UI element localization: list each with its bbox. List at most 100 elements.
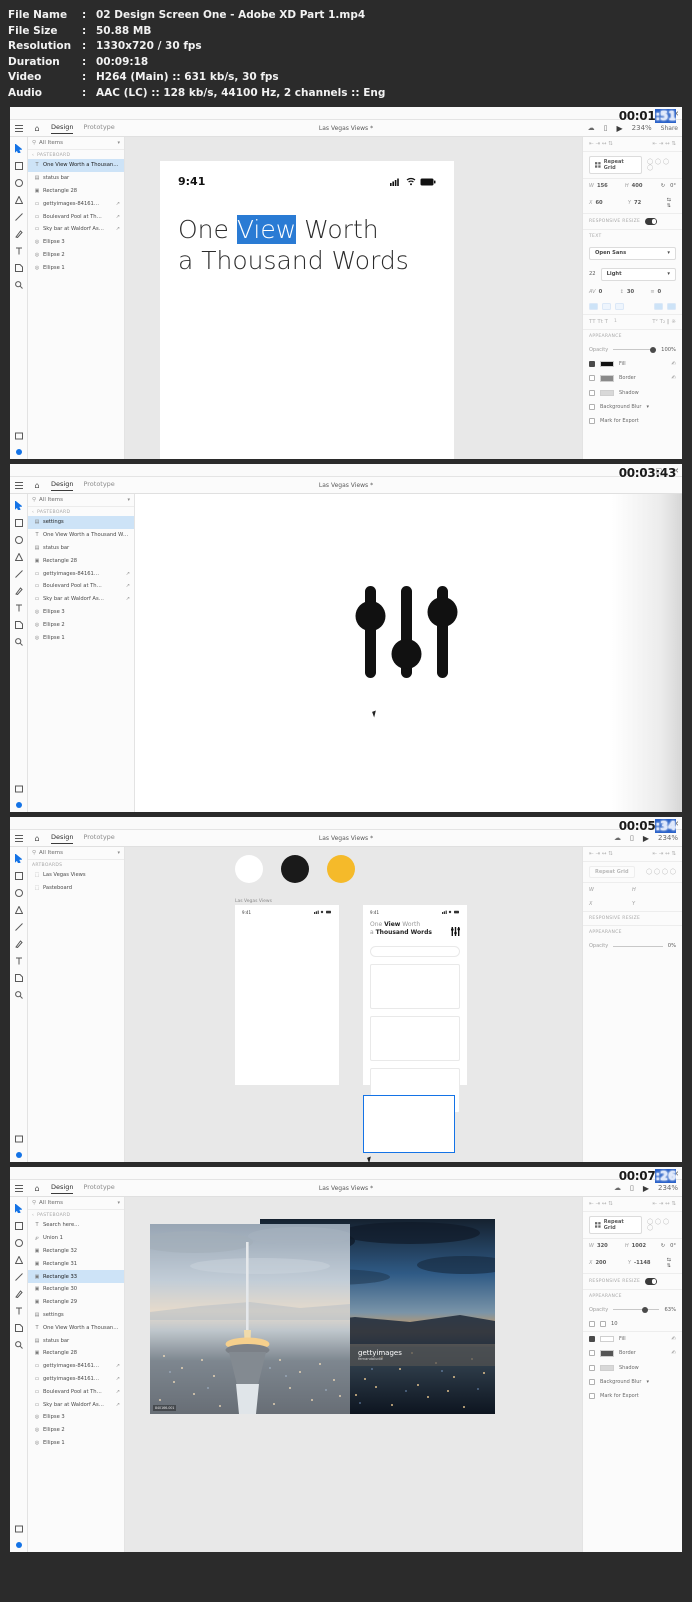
ellipse-tool-icon[interactable] bbox=[12, 885, 25, 900]
text-script-icons[interactable]: T² T₂ ‖ ※ bbox=[652, 319, 676, 325]
layer-item[interactable]: ▣ Rectangle 32 bbox=[28, 1245, 124, 1258]
cloud-icon[interactable]: ☁ bbox=[614, 1184, 621, 1192]
chevron-down-icon[interactable]: ▾ bbox=[117, 1200, 120, 1206]
home-icon[interactable]: ⌂ bbox=[28, 481, 46, 490]
cloud-icon[interactable]: ☁ bbox=[588, 124, 595, 132]
pen-tool-icon[interactable] bbox=[12, 936, 25, 951]
play-icon[interactable]: ▶ bbox=[643, 834, 649, 843]
linked-asset-icon[interactable]: ↗ bbox=[116, 1376, 120, 1382]
distribute-icons[interactable]: ⇤ ⇥ ↔ ⇅ bbox=[652, 1201, 676, 1207]
opacity-value[interactable]: 63% bbox=[664, 1307, 676, 1313]
background-blur-checkbox[interactable] bbox=[589, 1379, 595, 1385]
pen-tool-icon[interactable] bbox=[12, 1286, 25, 1301]
share-button[interactable]: Share bbox=[661, 125, 678, 132]
responsive-resize-toggle[interactable] bbox=[645, 1278, 658, 1285]
point-text-icon[interactable] bbox=[654, 302, 663, 310]
line-height-field[interactable]: ↕ 30 bbox=[620, 289, 646, 295]
fill-swatch[interactable] bbox=[600, 1335, 614, 1342]
distribute-icons[interactable]: ⇤ ⇥ ↔ ⇅ bbox=[652, 141, 676, 147]
y-field[interactable]: Y -1148 bbox=[628, 1260, 662, 1266]
layer-item[interactable]: ▤ settings bbox=[28, 1309, 124, 1322]
letter-spacing-field[interactable]: AV 0 bbox=[589, 289, 615, 295]
rectangle-tool-icon[interactable] bbox=[12, 868, 25, 883]
line-height-value[interactable]: 30 bbox=[627, 289, 634, 295]
menu-icon[interactable] bbox=[10, 834, 28, 842]
width-field[interactable]: W 156 bbox=[589, 183, 620, 189]
play-icon[interactable]: ▶ bbox=[643, 1184, 649, 1193]
boolean-ops-icons[interactable]: ◯ ◯ ◯ ◯ bbox=[646, 869, 676, 875]
linked-asset-icon[interactable]: ↗ bbox=[126, 596, 130, 602]
layer-item[interactable]: ▣ Rectangle 31 bbox=[28, 1257, 124, 1270]
artboard-name-label[interactable]: Las Vegas Views bbox=[235, 899, 272, 904]
tab-prototype[interactable]: Prototype bbox=[83, 123, 114, 134]
layer-item[interactable]: ▣ Rectangle 28 bbox=[28, 185, 124, 198]
corner-radius-individual-icon[interactable] bbox=[600, 1320, 606, 1327]
artboard-b[interactable]: 9:41 One View Worth a Thousand Words bbox=[363, 905, 467, 1113]
layers-filter-value[interactable]: All Items bbox=[39, 850, 114, 856]
cloud-icon[interactable]: ☁ bbox=[614, 834, 621, 842]
width-field[interactable]: W bbox=[589, 887, 627, 893]
select-tool-icon[interactable] bbox=[12, 851, 25, 866]
libraries-icon[interactable] bbox=[15, 778, 23, 797]
swatch-yellow-circle[interactable] bbox=[327, 855, 355, 883]
opacity-slider[interactable] bbox=[613, 1306, 660, 1313]
chevron-left-icon[interactable]: ‹ bbox=[32, 510, 34, 515]
creative-cloud-icon[interactable] bbox=[16, 449, 22, 455]
layer-item[interactable]: ◎ Ellipse 3 bbox=[28, 236, 124, 249]
design-canvas-3[interactable]: Las Vegas Views 9:41 9:41 One View Worth… bbox=[125, 847, 582, 1162]
device-preview-icon[interactable]: ▯ bbox=[630, 1184, 634, 1192]
chevron-left-icon[interactable]: ‹ bbox=[32, 1213, 34, 1218]
opacity-value[interactable]: 100% bbox=[661, 347, 676, 353]
creative-cloud-icon[interactable] bbox=[16, 1152, 22, 1158]
zoom-level[interactable]: 234% bbox=[632, 124, 652, 132]
layer-item[interactable]: ◎ Ellipse 1 bbox=[28, 631, 134, 644]
libraries-icon[interactable] bbox=[15, 1128, 23, 1147]
ellipse-tool-icon[interactable] bbox=[12, 532, 25, 547]
distribute-icons[interactable]: ⇤ ⇥ ↔ ⇅ bbox=[652, 851, 676, 857]
fill-checkbox[interactable] bbox=[589, 1335, 595, 1342]
x-value[interactable]: 200 bbox=[595, 1260, 606, 1266]
layer-item[interactable]: ▣ Rectangle 30 bbox=[28, 1283, 124, 1296]
paragraph-spacing-field[interactable]: ≡ 0 bbox=[650, 289, 676, 295]
layer-item[interactable]: ⬚ Las Vegas Views bbox=[28, 869, 124, 882]
artboard-tool-icon[interactable] bbox=[12, 1320, 25, 1335]
document-title[interactable]: Las Vegas Views * bbox=[319, 1185, 373, 1192]
linked-asset-icon[interactable]: ↗ bbox=[116, 1402, 120, 1408]
home-icon[interactable]: ⌂ bbox=[28, 834, 46, 843]
zoom-tool-icon[interactable] bbox=[12, 987, 25, 1002]
select-tool-icon[interactable] bbox=[12, 1201, 25, 1216]
line-tool-icon[interactable] bbox=[12, 1269, 25, 1284]
flip-icons[interactable]: ⇆ ⇅ bbox=[667, 197, 676, 209]
menu-icon[interactable] bbox=[10, 124, 28, 132]
artboard-tool-icon[interactable] bbox=[12, 970, 25, 985]
document-title[interactable]: Las Vegas Views * bbox=[319, 835, 373, 842]
text-tool-icon[interactable] bbox=[12, 953, 25, 968]
zoom-tool-icon[interactable] bbox=[12, 634, 25, 649]
align-group[interactable] bbox=[589, 302, 624, 310]
artboard-white[interactable] bbox=[135, 494, 682, 812]
flip-icons[interactable]: ⇆ ⇅ bbox=[667, 1257, 676, 1269]
eyedropper-icon[interactable]: ✍ bbox=[671, 1336, 676, 1342]
height-field[interactable]: H bbox=[632, 887, 670, 893]
selected-rectangle[interactable] bbox=[363, 1095, 455, 1153]
artboard-preview[interactable]: 9:41 One View Worth a Thousand Words bbox=[160, 161, 454, 459]
layer-item[interactable]: ◎ Ellipse 3 bbox=[28, 606, 134, 619]
layer-item[interactable]: ▭ gettyimages-84161… ↗ bbox=[28, 567, 134, 580]
vegas-tower-image[interactable]: 840166-001 bbox=[150, 1224, 350, 1414]
headline-text[interactable]: One View Worth a Thousand Words bbox=[160, 188, 454, 276]
artboard-tool-icon[interactable] bbox=[12, 260, 25, 275]
align-left-icons[interactable]: ⇤ ⇥ ↔ ⇅ bbox=[589, 851, 613, 857]
layer-item[interactable]: T One View Worth a Thousand Words bbox=[28, 1321, 124, 1334]
eyedropper-icon[interactable]: ✍ bbox=[671, 361, 676, 367]
fill-checkbox[interactable] bbox=[589, 360, 595, 367]
mark-for-export-checkbox[interactable] bbox=[589, 1393, 595, 1399]
rectangle-tool-icon[interactable] bbox=[12, 1218, 25, 1233]
polygon-tool-icon[interactable] bbox=[12, 1252, 25, 1267]
y-field[interactable]: Y 72 bbox=[628, 200, 662, 206]
layer-item[interactable]: ▭ gettyimages-84161… ↗ bbox=[28, 1373, 124, 1386]
layer-item[interactable]: ⬚ Pasteboard bbox=[28, 882, 124, 895]
rotation-value[interactable]: 0° bbox=[670, 183, 676, 189]
border-swatch[interactable] bbox=[600, 1350, 614, 1357]
shadow-swatch[interactable] bbox=[600, 1364, 614, 1371]
tab-design[interactable]: Design bbox=[51, 833, 74, 844]
